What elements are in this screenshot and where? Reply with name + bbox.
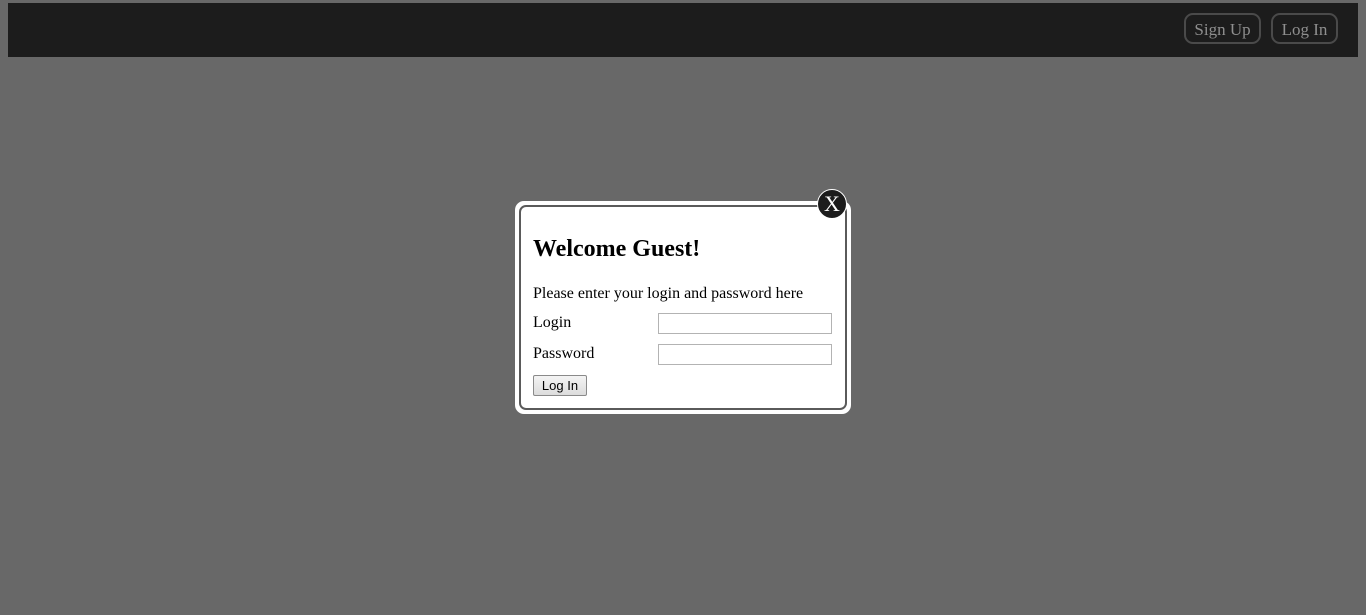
modal-description: Please enter your login and password her… <box>533 285 804 302</box>
login-input[interactable] <box>658 313 832 334</box>
close-modal-button[interactable]: X <box>817 189 847 219</box>
page-overlay: Sign Up Log In X Welcome Guest! Please e… <box>0 0 1366 615</box>
modal-title: Welcome Guest! <box>533 236 701 262</box>
top-navigation-bar: Sign Up Log In <box>8 3 1358 57</box>
sign-up-button[interactable]: Sign Up <box>1184 13 1261 44</box>
login-field-label: Login <box>533 314 572 331</box>
log-in-nav-button[interactable]: Log In <box>1271 13 1338 44</box>
password-field-label: Password <box>533 345 595 362</box>
log-in-submit-button[interactable]: Log In <box>533 375 587 396</box>
password-input[interactable] <box>658 344 832 365</box>
